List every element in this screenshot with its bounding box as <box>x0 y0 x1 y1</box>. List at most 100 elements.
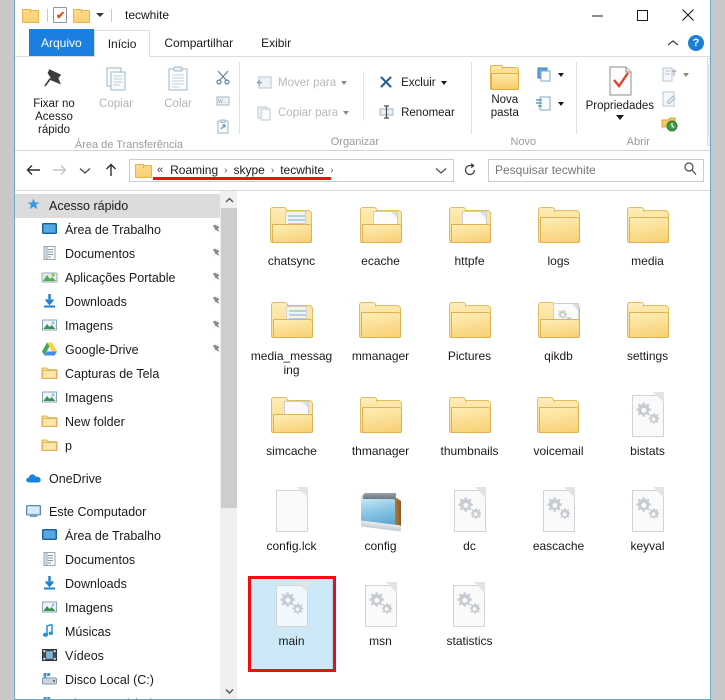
breadcrumb-item-roaming[interactable]: Roaming <box>166 163 222 177</box>
file-item[interactable]: thmanager <box>336 387 425 482</box>
file-item[interactable]: bistats <box>603 387 692 482</box>
file-item[interactable]: Pictures <box>425 292 514 387</box>
sidebar-item-imagens[interactable]: Imagens <box>15 314 237 338</box>
file-item[interactable]: eascache <box>514 482 603 577</box>
breadcrumb-separator-2[interactable]: › <box>269 165 276 176</box>
sidebar-item-m-sicas[interactable]: Músicas <box>15 620 237 644</box>
search-icon[interactable] <box>683 161 697 180</box>
easy-access-chevron-down-icon[interactable] <box>557 101 564 106</box>
navigation-scrollbar[interactable] <box>220 191 237 699</box>
minimize-button[interactable] <box>575 0 620 30</box>
ribbon-group-selecionar[interactable]: Selecionar <box>706 58 710 146</box>
sidebar-item-imagens[interactable]: Imagens <box>15 596 237 620</box>
tab-arquivo[interactable]: Arquivo <box>29 29 94 56</box>
file-item[interactable]: mmanager <box>336 292 425 387</box>
sidebar-item-documentos[interactable]: Documentos <box>15 242 237 266</box>
help-icon[interactable]: ? <box>688 35 704 51</box>
sidebar-item-disco-local-d-[interactable]: Disco Local (D:) <box>15 692 237 699</box>
ribbon-collapse-chevron-up-icon[interactable] <box>667 34 679 52</box>
breadcrumb-chevron-down-icon[interactable] <box>435 166 449 175</box>
qat-properties-icon[interactable]: ✔ <box>53 6 71 24</box>
breadcrumb-separator-3[interactable]: › <box>328 165 335 176</box>
copy-to-button[interactable]: Copiar para <box>251 103 353 124</box>
qat-new-folder-icon[interactable] <box>73 6 91 24</box>
nav-scroll-up-button[interactable] <box>221 191 237 208</box>
new-item-chevron-down-icon[interactable] <box>557 72 564 77</box>
edit-button[interactable] <box>656 88 693 109</box>
refresh-button[interactable] <box>458 159 482 182</box>
file-item[interactable]: config.lck <box>247 482 336 577</box>
search-box[interactable]: Pesquisar tecwhite <box>488 158 704 182</box>
file-item[interactable]: settings <box>603 292 692 387</box>
copy-button[interactable]: Copiar <box>85 61 147 111</box>
move-to-chevron-down-icon[interactable] <box>341 81 348 85</box>
system-menu-folder-icon[interactable] <box>22 6 40 24</box>
sidebar-group-este-computador[interactable]: Este Computador <box>15 500 237 524</box>
breadcrumb-overflow[interactable]: « <box>154 164 166 176</box>
sidebar-item-new-folder[interactable]: New folder <box>15 410 237 434</box>
paste-shortcut-button[interactable] <box>211 116 235 137</box>
file-item[interactable]: main <box>247 576 336 672</box>
file-grid-scrollbar[interactable] <box>693 191 710 699</box>
file-item[interactable]: thumbnails <box>425 387 514 482</box>
nav-scroll-down-button[interactable] <box>221 682 237 699</box>
close-button[interactable] <box>665 0 710 30</box>
file-item[interactable]: dc <box>425 482 514 577</box>
breadcrumb-item-skype[interactable]: skype <box>230 163 269 177</box>
qat-customize-chevron-down-icon[interactable] <box>96 13 104 17</box>
paste-button[interactable]: Colar <box>147 61 209 111</box>
new-item-button[interactable] <box>531 64 568 85</box>
easy-access-button[interactable] <box>531 93 568 114</box>
search-input[interactable]: Pesquisar tecwhite <box>495 163 683 177</box>
tab-compartilhar[interactable]: Compartilhar <box>150 29 247 56</box>
file-item[interactable]: voicemail <box>514 387 603 482</box>
file-item[interactable]: logs <box>514 197 603 292</box>
cut-button[interactable] <box>211 66 235 87</box>
delete-button[interactable]: Excluir <box>374 73 459 94</box>
sidebar-item-v-deos[interactable]: Vídeos <box>15 644 237 668</box>
sidebar-item-p[interactable]: p <box>15 434 237 458</box>
file-item[interactable]: media <box>603 197 692 292</box>
sidebar-item-google-drive[interactable]: Google-Drive <box>15 338 237 362</box>
file-item[interactable]: statistics <box>425 577 514 672</box>
properties-chevron-down-icon[interactable] <box>615 115 624 120</box>
move-to-button[interactable]: Mover para <box>251 73 353 94</box>
sidebar-item-documentos[interactable]: Documentos <box>15 548 237 572</box>
tab-exibir[interactable]: Exibir <box>247 29 305 56</box>
pin-to-quick-access-button[interactable]: Fixar no Acesso rápido <box>23 61 85 137</box>
rename-button[interactable]: Renomear <box>374 103 459 124</box>
file-item[interactable]: msn <box>336 577 425 672</box>
new-folder-button[interactable]: Nova pasta <box>479 61 531 120</box>
file-item[interactable]: ecache <box>336 197 425 292</box>
sidebar-item-capturas-de-tela[interactable]: Capturas de Tela <box>15 362 237 386</box>
sidebar-item--rea-de-trabalho[interactable]: Área de Trabalho <box>15 218 237 242</box>
open-button[interactable] <box>656 64 693 85</box>
file-item[interactable]: media_messaging <box>247 292 336 387</box>
open-chevron-down-icon[interactable] <box>682 72 689 77</box>
copy-path-button[interactable]: W... <box>211 91 235 112</box>
sidebar-item-downloads[interactable]: Downloads <box>15 572 237 596</box>
file-item[interactable]: keyval <box>603 482 692 577</box>
sidebar-group-acesso-r-pido[interactable]: Acesso rápido <box>15 194 237 218</box>
sidebar-item-aplica-es-portable[interactable]: Aplicações Portable <box>15 266 237 290</box>
delete-chevron-down-icon[interactable] <box>440 81 447 85</box>
copy-to-chevron-down-icon[interactable] <box>343 111 350 115</box>
forward-button[interactable] <box>47 158 71 182</box>
tab-inicio[interactable]: Início <box>93 30 151 57</box>
file-item[interactable]: config <box>336 482 425 577</box>
back-button[interactable] <box>21 158 45 182</box>
sidebar-item--rea-de-trabalho[interactable]: Área de Trabalho <box>15 524 237 548</box>
history-button[interactable] <box>656 112 693 133</box>
breadcrumb-separator-1[interactable]: › <box>222 165 229 176</box>
breadcrumb-bar[interactable]: « Roaming › skype › tecwhite › <box>129 158 454 182</box>
file-item[interactable]: chatsync <box>247 197 336 292</box>
file-item[interactable]: simcache <box>247 387 336 482</box>
file-item[interactable]: qikdb <box>514 292 603 387</box>
up-button[interactable] <box>99 158 123 182</box>
navigation-scrollbar-thumb[interactable] <box>221 208 237 508</box>
recent-locations-button[interactable] <box>73 158 97 182</box>
file-item[interactable]: httpfe <box>425 197 514 292</box>
properties-button[interactable]: Propriedades <box>584 61 656 120</box>
sidebar-group-onedrive[interactable]: OneDrive <box>15 467 237 491</box>
maximize-button[interactable] <box>620 0 665 30</box>
